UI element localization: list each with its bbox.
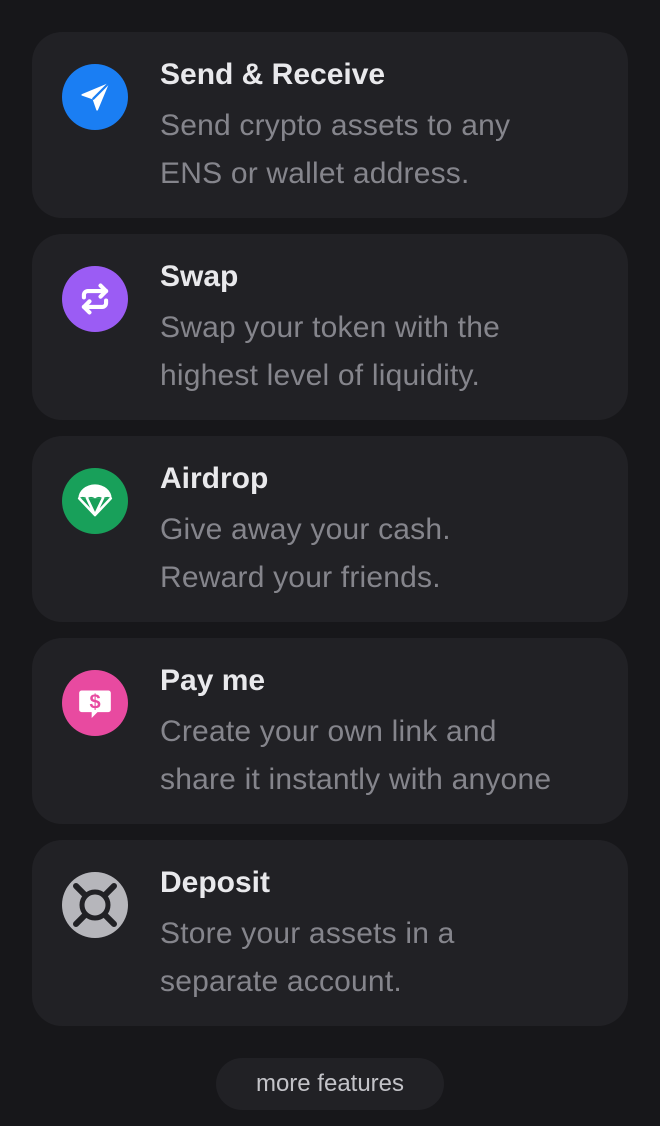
more-features-button[interactable]: more features: [216, 1058, 444, 1110]
feature-description-line: Send crypto assets to any: [160, 109, 511, 142]
feature-card-swap[interactable]: Swap Swap your token with the highest le…: [32, 234, 628, 420]
feature-description-line: Create your own link and: [160, 715, 497, 748]
parachute-icon: [62, 468, 128, 534]
dollar-chat-icon: $: [62, 670, 128, 736]
feature-description-line: share it instantly with anyone: [160, 763, 552, 796]
lifebuoy-icon: [62, 872, 128, 938]
feature-title: Swap: [160, 260, 239, 293]
swap-arrows-icon: [62, 266, 128, 332]
feature-description-line: Reward your friends.: [160, 561, 441, 594]
feature-description: Send crypto assets to any ENS or wallet …: [160, 102, 620, 198]
feature-title: Deposit: [160, 866, 271, 899]
feature-description-line: Swap your token with the: [160, 311, 500, 344]
feature-card-send-receive[interactable]: Send & Receive Send crypto assets to any…: [32, 32, 628, 218]
feature-description-line: separate account.: [160, 965, 402, 998]
feature-description: Give away your cash. Reward your friends…: [160, 506, 620, 602]
feature-card-deposit[interactable]: Deposit Store your assets in a separate …: [32, 840, 628, 1026]
svg-text:$: $: [89, 692, 100, 714]
feature-title: Airdrop: [160, 462, 269, 495]
feature-description-line: ENS or wallet address.: [160, 157, 470, 190]
feature-description: Create your own link and share it instan…: [160, 708, 620, 804]
feature-description-line: highest level of liquidity.: [160, 359, 481, 392]
feature-title: Pay me: [160, 664, 266, 697]
feature-card-airdrop[interactable]: Airdrop Give away your cash. Reward your…: [32, 436, 628, 622]
feature-description: Store your assets in a separate account.: [160, 910, 620, 1006]
feature-description: Swap your token with the highest level o…: [160, 304, 620, 400]
paper-plane-icon: [62, 64, 128, 130]
feature-description-line: Give away your cash.: [160, 513, 451, 546]
feature-description-line: Store your assets in a: [160, 917, 455, 950]
feature-list-screen: Send & Receive Send crypto assets to any…: [0, 0, 660, 1126]
feature-card-pay-me[interactable]: $ Pay me Create your own link and share …: [32, 638, 628, 824]
feature-title: Send & Receive: [160, 58, 386, 91]
